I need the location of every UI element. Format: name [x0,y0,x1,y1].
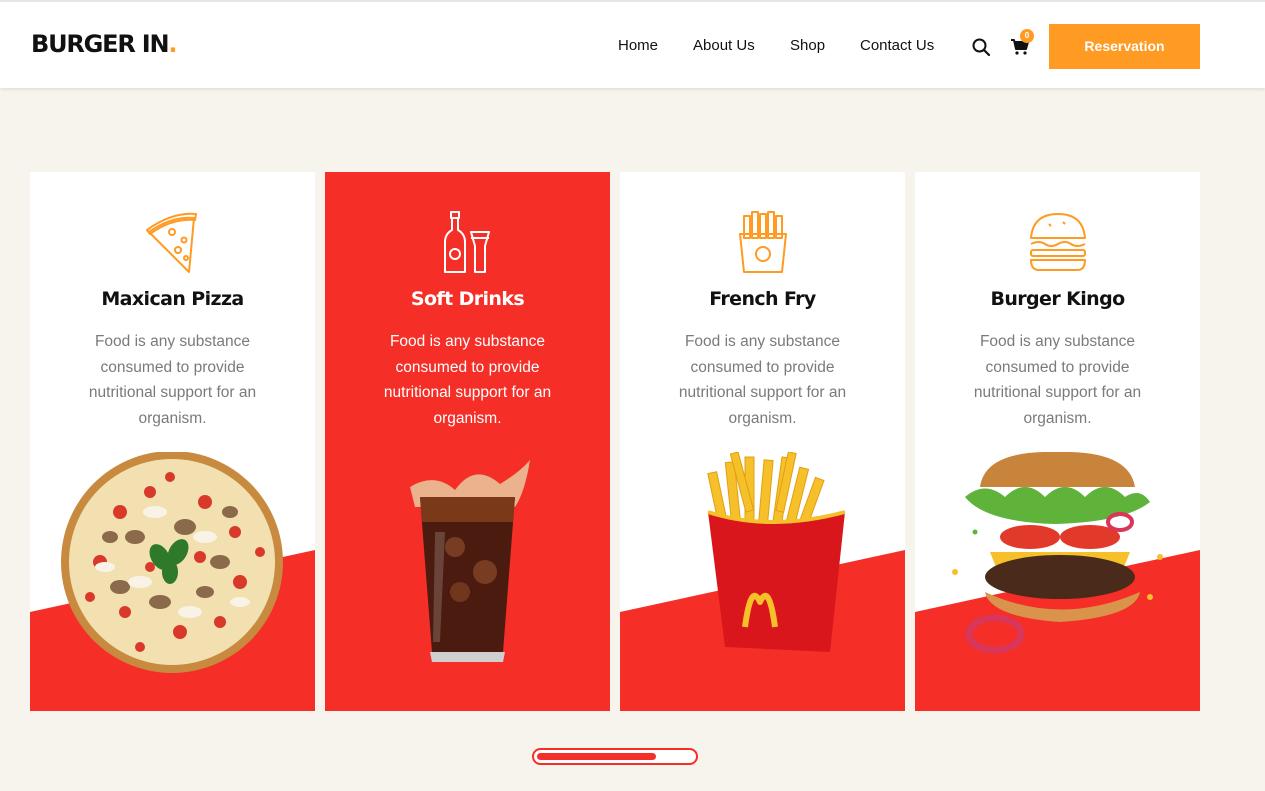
card-description: Food is any substance consumed to provid… [88,333,257,427]
brand-logo[interactable]: BURGER IN. [31,30,178,58]
drinks-icon [444,211,490,273]
site-header: BURGER IN. Home About Us Shop Contact Us… [0,0,1265,88]
pizza-image [61,452,283,673]
reservation-button[interactable]: Reservation [1049,24,1200,69]
card-description: Food is any substance consumed to provid… [678,333,847,427]
cola-glass-image [410,460,530,662]
nav-home[interactable]: Home [618,37,658,54]
card-title: Burger Kingo [990,288,1125,310]
search-icon[interactable] [971,37,991,57]
card-description: Food is any substance consumed to provid… [973,333,1142,427]
fries-icon [739,211,787,273]
fries-box-image [707,452,846,652]
nav-about-us[interactable]: About Us [693,37,755,54]
burger-icon [1030,213,1086,271]
card-title: French Fry [709,288,816,310]
carousel-scrollbar[interactable] [532,748,698,765]
card-title: Soft Drinks [410,288,525,310]
card-title: Maxican Pizza [101,288,244,310]
cart-count-badge: 0 [1020,29,1034,43]
nav-shop[interactable]: Shop [790,37,825,54]
carousel-scrollbar-thumb[interactable] [537,753,656,760]
brand-name: BURGER IN [31,30,170,58]
pizza-slice-icon [146,212,197,273]
product-card-pizza[interactable]: Maxican Pizza Food is any substance cons… [30,172,315,711]
product-card-soft-drinks[interactable]: Soft Drinks Food is any substance consum… [325,172,610,711]
brand-dot: . [168,30,177,58]
nav-contact-us[interactable]: Contact Us [860,37,934,54]
card-description: Food is any substance consumed to provid… [383,333,552,427]
product-card-french-fry[interactable]: French Fry Food is any substance consume… [620,172,905,711]
burger-image [952,452,1163,654]
product-card-burger-kingo[interactable]: Burger Kingo Food is any substance consu… [915,172,1200,711]
